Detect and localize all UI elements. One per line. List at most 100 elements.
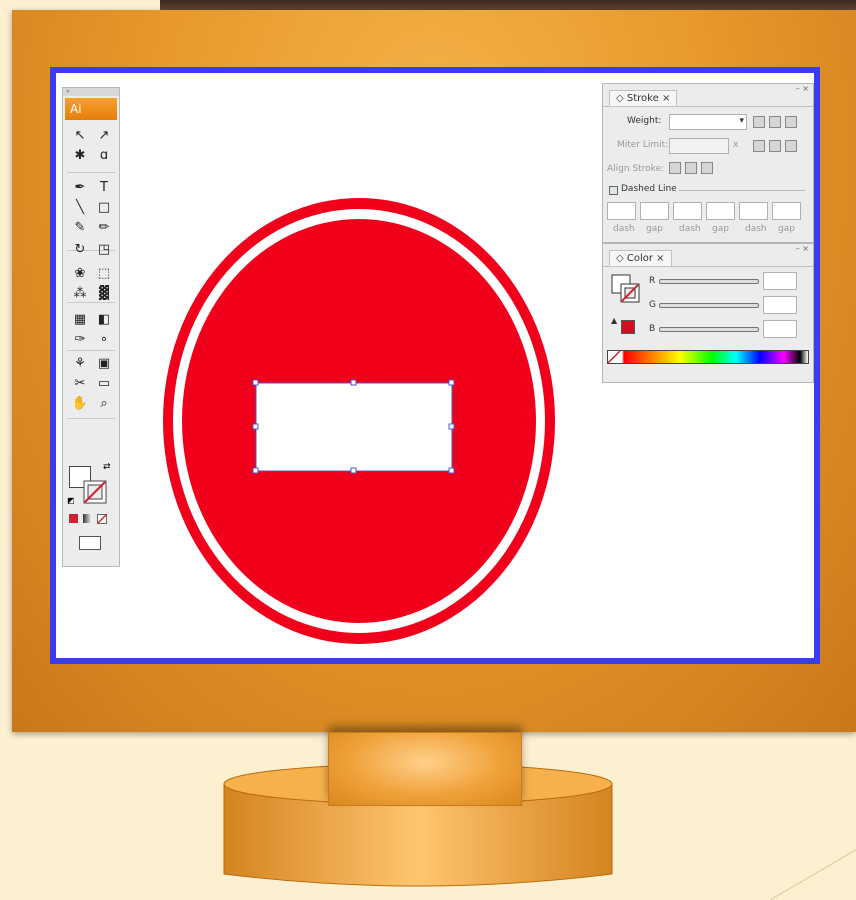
- cap-square-icon[interactable]: [785, 116, 797, 128]
- out-of-gamut-icon[interactable]: ▲: [611, 316, 617, 325]
- align-inside-icon[interactable]: [685, 162, 697, 174]
- column-graph-tool-icon[interactable]: ▓: [93, 284, 115, 304]
- slice-tool-icon[interactable]: ✂: [69, 374, 91, 394]
- channel-b-slider[interactable]: [659, 327, 759, 332]
- screen-mode-button[interactable]: [79, 536, 101, 550]
- channel-g-field[interactable]: [763, 296, 797, 314]
- eraser-tool-icon[interactable]: ▭: [93, 374, 115, 394]
- live-paint-selection-tool-icon[interactable]: ▣: [93, 354, 115, 374]
- tool-divider: [67, 350, 115, 351]
- weight-label: Weight:: [627, 116, 662, 126]
- type-tool-icon[interactable]: T: [93, 178, 115, 198]
- dash-field[interactable]: [673, 202, 702, 220]
- tab-color[interactable]: ◇ Color ×: [609, 250, 672, 267]
- channel-r-label: R: [649, 276, 656, 286]
- gap-field[interactable]: [706, 202, 735, 220]
- tab-stroke[interactable]: ◇ Stroke ×: [609, 90, 678, 107]
- panel-divider: [679, 190, 805, 191]
- selection-handle: [448, 379, 455, 386]
- symbol-sprayer-tool-icon[interactable]: ⁂: [69, 284, 91, 304]
- selection-handle: [252, 379, 259, 386]
- free-transform-tool-icon[interactable]: ⬚: [93, 264, 115, 284]
- color-mode-button[interactable]: [69, 514, 78, 523]
- zoom-tool-icon[interactable]: ⌕: [93, 394, 115, 414]
- tools-panel: » Ai ⇄ ◩ ↖ ↗ ✱ ɑ ✒ T ╲ □ ✎ ✏ ↻ ◳ ❀ ⬚ ⁂ ▓ ▦ ◧ ✑ ∘ ⚘ ▣ ✂ ▭ ✋ ⌕: [62, 87, 120, 567]
- selection-handle: [448, 467, 455, 474]
- color-spectrum-ramp[interactable]: [607, 350, 809, 364]
- line-segment-tool-icon[interactable]: ╲: [69, 198, 91, 218]
- pencil-tool-icon[interactable]: ✏: [93, 218, 115, 238]
- swap-fill-stroke-icon[interactable]: ⇄: [103, 462, 111, 472]
- dash-field[interactable]: [739, 202, 768, 220]
- align-outside-icon[interactable]: [701, 162, 713, 174]
- pen-tool-icon[interactable]: ✒: [69, 178, 91, 198]
- tools-panel-grip[interactable]: »: [63, 88, 119, 96]
- selection-handle: [252, 467, 259, 474]
- channel-b-label: B: [649, 324, 656, 334]
- rotate-tool-icon[interactable]: ↻: [69, 240, 91, 260]
- dashed-line-checkbox[interactable]: [609, 186, 618, 195]
- cap-butt-icon[interactable]: [753, 116, 765, 128]
- gap-field[interactable]: [772, 202, 801, 220]
- fill-stroke-indicator[interactable]: [611, 274, 641, 304]
- decorative-corner-line: [770, 849, 856, 900]
- panel-menu-icon[interactable]: – ×: [796, 84, 809, 93]
- selection-handle: [252, 423, 259, 430]
- direct-selection-tool-icon[interactable]: ↗: [93, 126, 115, 146]
- cap-round-icon[interactable]: [769, 116, 781, 128]
- no-entry-sign-bar[interactable]: [255, 382, 453, 472]
- align-center-icon[interactable]: [669, 162, 681, 174]
- scale-tool-icon[interactable]: ◳: [93, 240, 115, 260]
- gradient-mode-button[interactable]: [83, 514, 92, 523]
- channel-r-field[interactable]: [763, 272, 797, 290]
- lasso-tool-icon[interactable]: ɑ: [93, 146, 115, 166]
- tab-grip-icon: ◇: [616, 93, 627, 104]
- paintbrush-tool-icon[interactable]: ✎: [69, 218, 91, 238]
- stroke-panel: – × ◇ Stroke × Weight: ▾ Miter Limit: x …: [602, 83, 814, 243]
- gap-field[interactable]: [640, 202, 669, 220]
- panel-divider: [603, 266, 813, 267]
- magic-wand-tool-icon[interactable]: ✱: [69, 146, 91, 166]
- gradient-tool-icon[interactable]: ◧: [93, 310, 115, 330]
- color-panel: – × ◇ Color × ▲ R G B: [602, 243, 814, 383]
- dashed-line-label: Dashed Line: [621, 184, 677, 194]
- join-bevel-icon[interactable]: [785, 140, 797, 152]
- blend-tool-icon[interactable]: ∘: [93, 330, 115, 350]
- miter-limit-label: Miter Limit:: [617, 140, 669, 150]
- chevron-down-icon[interactable]: ▾: [739, 116, 744, 126]
- none-color-icon[interactable]: [607, 350, 621, 364]
- live-paint-bucket-tool-icon[interactable]: ⚘: [69, 354, 91, 374]
- miter-limit-field[interactable]: [669, 138, 729, 154]
- tab-close-icon[interactable]: ×: [662, 93, 670, 104]
- panel-divider: [603, 106, 813, 107]
- mesh-tool-icon[interactable]: ▦: [69, 310, 91, 330]
- join-round-icon[interactable]: [769, 140, 781, 152]
- align-stroke-label: Align Stroke:: [607, 164, 665, 174]
- none-mode-button[interactable]: [97, 514, 107, 524]
- default-colors-icon[interactable]: ◩: [67, 496, 75, 505]
- current-color-swatch[interactable]: [621, 320, 635, 334]
- dash-field[interactable]: [607, 202, 636, 220]
- tool-divider: [67, 418, 115, 419]
- eyedropper-tool-icon[interactable]: ✑: [69, 330, 91, 350]
- selection-tool-icon[interactable]: ↖: [69, 126, 91, 146]
- hand-tool-icon[interactable]: ✋: [69, 394, 91, 414]
- gap-label: gap: [778, 224, 795, 234]
- channel-g-slider[interactable]: [659, 303, 759, 308]
- weight-field[interactable]: ▾: [669, 114, 747, 130]
- channel-b-field[interactable]: [763, 320, 797, 338]
- miter-suffix: x: [733, 140, 739, 150]
- channel-g-label: G: [649, 300, 656, 310]
- channel-r-slider[interactable]: [659, 279, 759, 284]
- monitor-stand-neck: [328, 732, 522, 806]
- warp-tool-icon[interactable]: ❀: [69, 264, 91, 284]
- illustrator-logo: Ai: [65, 98, 117, 120]
- tab-close-icon[interactable]: ×: [656, 253, 664, 264]
- panel-menu-icon[interactable]: – ×: [796, 244, 809, 253]
- tab-grip-icon: ◇: [616, 253, 627, 264]
- tool-divider: [67, 172, 115, 173]
- rectangle-tool-icon[interactable]: □: [93, 198, 115, 218]
- stroke-none-swatch[interactable]: [83, 480, 107, 504]
- join-miter-icon[interactable]: [753, 140, 765, 152]
- selection-handle: [350, 379, 357, 386]
